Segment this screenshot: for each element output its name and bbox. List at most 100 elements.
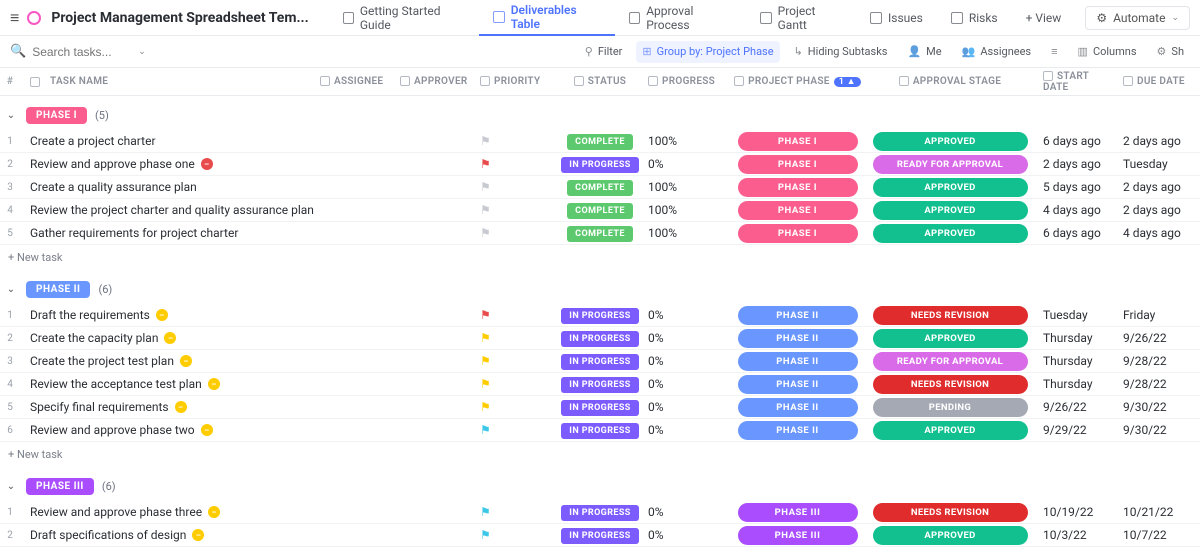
phase-cell[interactable]: PHASE I bbox=[730, 201, 865, 220]
table-row[interactable]: 2Create the capacity plan –⚑IN PROGRESS0… bbox=[0, 327, 1200, 350]
progress-cell[interactable]: 0% bbox=[640, 308, 730, 322]
status-cell[interactable]: IN PROGRESS bbox=[560, 422, 640, 439]
col-priority[interactable]: PRIORITY bbox=[480, 76, 560, 87]
phase-cell[interactable]: PHASE II bbox=[730, 329, 865, 348]
priority-cell[interactable]: ⚑ bbox=[480, 134, 560, 148]
tab-deliverables-table[interactable]: Deliverables Table bbox=[479, 0, 615, 36]
approval-cell[interactable]: NEEDS REVISION bbox=[865, 503, 1035, 522]
due-date-cell[interactable]: 10/7/22 bbox=[1115, 528, 1195, 542]
group-by-button[interactable]: ⊞Group by: Project Phase bbox=[636, 41, 779, 63]
new-task-button[interactable]: + New task bbox=[0, 442, 1200, 467]
approval-cell[interactable]: NEEDS REVISION bbox=[865, 306, 1035, 325]
phase-cell[interactable]: PHASE II bbox=[730, 306, 865, 325]
priority-cell[interactable]: ⚑ bbox=[480, 331, 560, 345]
priority-cell[interactable]: ⚑ bbox=[480, 528, 560, 542]
approval-cell[interactable]: APPROVED bbox=[865, 329, 1035, 348]
col-status[interactable]: STATUS bbox=[560, 76, 640, 87]
priority-cell[interactable]: ⚑ bbox=[480, 203, 560, 217]
automate-button[interactable]: ⚙ Automate ⌄ bbox=[1085, 6, 1190, 30]
approval-cell[interactable]: APPROVED bbox=[865, 132, 1035, 151]
due-date-cell[interactable]: 9/28/22 bbox=[1115, 354, 1195, 368]
table-row[interactable]: 5Gather requirements for project charter… bbox=[0, 222, 1200, 245]
start-date-cell[interactable]: 9/29/22 bbox=[1035, 423, 1115, 437]
start-date-cell[interactable]: 10/19/22 bbox=[1035, 505, 1115, 519]
phase-cell[interactable]: PHASE III bbox=[730, 503, 865, 522]
phase-cell[interactable]: PHASE I bbox=[730, 224, 865, 243]
show-button[interactable]: ⚙Sh bbox=[1151, 45, 1190, 58]
priority-cell[interactable]: ⚑ bbox=[480, 377, 560, 391]
task-name-cell[interactable]: Specify final requirements – bbox=[20, 400, 320, 414]
phase-cell[interactable]: PHASE II bbox=[730, 352, 865, 371]
task-name-cell[interactable]: Create the capacity plan – bbox=[20, 331, 320, 345]
search-chevron-icon[interactable]: ⌄ bbox=[138, 47, 146, 57]
task-name-cell[interactable]: Create the project test plan – bbox=[20, 354, 320, 368]
progress-cell[interactable]: 0% bbox=[640, 528, 730, 542]
table-row[interactable]: 3Create the project test plan –⚑IN PROGR… bbox=[0, 350, 1200, 373]
menu-icon[interactable]: ≡ bbox=[10, 8, 19, 28]
approval-cell[interactable]: APPROVED bbox=[865, 178, 1035, 197]
task-name-cell[interactable]: Review and approve phase one – bbox=[20, 157, 320, 171]
status-cell[interactable]: COMPLETE bbox=[560, 133, 640, 150]
col-approval-stage[interactable]: APPROVAL STAGE bbox=[865, 76, 1035, 87]
start-date-cell[interactable]: 9/26/22 bbox=[1035, 400, 1115, 414]
due-date-cell[interactable]: 2 days ago bbox=[1115, 134, 1195, 148]
add-view-button[interactable]: + View bbox=[1012, 0, 1076, 36]
table-row[interactable]: 3Create a quality assurance plan ⚑COMPLE… bbox=[0, 176, 1200, 199]
status-cell[interactable]: IN PROGRESS bbox=[560, 156, 640, 173]
col-task-name[interactable]: TASK NAME bbox=[20, 76, 320, 87]
priority-cell[interactable]: ⚑ bbox=[480, 354, 560, 368]
due-date-cell[interactable]: 2 days ago bbox=[1115, 203, 1195, 217]
me-button[interactable]: 👤Me bbox=[901, 45, 947, 58]
phase-badge[interactable]: PHASE I bbox=[26, 107, 87, 124]
table-row[interactable]: 5Specify final requirements –⚑IN PROGRES… bbox=[0, 396, 1200, 419]
task-name-cell[interactable]: Gather requirements for project charter bbox=[20, 226, 320, 240]
table-row[interactable]: 2Draft specifications of design –⚑IN PRO… bbox=[0, 524, 1200, 547]
due-date-cell[interactable]: 10/21/22 bbox=[1115, 505, 1195, 519]
start-date-cell[interactable]: Thursday bbox=[1035, 377, 1115, 391]
priority-cell[interactable]: ⚑ bbox=[480, 400, 560, 414]
task-name-cell[interactable]: Draft specifications of design – bbox=[20, 528, 320, 542]
assignees-button[interactable]: 👥Assignees bbox=[956, 45, 1038, 58]
phase-cell[interactable]: PHASE II bbox=[730, 421, 865, 440]
new-task-button[interactable]: + New task bbox=[0, 245, 1200, 270]
due-date-cell[interactable]: 9/26/22 bbox=[1115, 331, 1195, 345]
phase-cell[interactable]: PHASE II bbox=[730, 375, 865, 394]
phase-cell[interactable]: PHASE III bbox=[730, 526, 865, 545]
status-cell[interactable]: IN PROGRESS bbox=[560, 353, 640, 370]
task-name-cell[interactable]: Create a quality assurance plan bbox=[20, 180, 320, 194]
table-row[interactable]: 4Review the acceptance test plan –⚑IN PR… bbox=[0, 373, 1200, 396]
approval-cell[interactable]: APPROVED bbox=[865, 421, 1035, 440]
columns-button[interactable]: ▥Columns bbox=[1072, 45, 1143, 58]
table-row[interactable]: 1Draft the requirements –⚑IN PROGRESS0%P… bbox=[0, 304, 1200, 327]
start-date-cell[interactable]: Thursday bbox=[1035, 331, 1115, 345]
progress-cell[interactable]: 100% bbox=[640, 203, 730, 217]
status-cell[interactable]: COMPLETE bbox=[560, 202, 640, 219]
due-date-cell[interactable]: 4 days ago bbox=[1115, 226, 1195, 240]
approval-cell[interactable]: NEEDS REVISION bbox=[865, 375, 1035, 394]
status-cell[interactable]: IN PROGRESS bbox=[560, 399, 640, 416]
approval-cell[interactable]: PENDING bbox=[865, 398, 1035, 417]
progress-cell[interactable]: 0% bbox=[640, 331, 730, 345]
priority-cell[interactable]: ⚑ bbox=[480, 308, 560, 322]
density-button[interactable]: ≡ bbox=[1045, 45, 1063, 58]
progress-cell[interactable]: 0% bbox=[640, 400, 730, 414]
start-date-cell[interactable]: Tuesday bbox=[1035, 308, 1115, 322]
progress-cell[interactable]: 0% bbox=[640, 505, 730, 519]
subtasks-button[interactable]: ↳Hiding Subtasks bbox=[788, 45, 894, 58]
collapse-icon[interactable]: ⌄ bbox=[4, 110, 18, 121]
table-row[interactable]: 2Review and approve phase one –⚑IN PROGR… bbox=[0, 153, 1200, 176]
start-date-cell[interactable]: 6 days ago bbox=[1035, 226, 1115, 240]
status-cell[interactable]: IN PROGRESS bbox=[560, 330, 640, 347]
start-date-cell[interactable]: Thursday bbox=[1035, 354, 1115, 368]
col-assignee[interactable]: ASSIGNEE bbox=[320, 76, 400, 87]
progress-cell[interactable]: 100% bbox=[640, 180, 730, 194]
due-date-cell[interactable]: 9/30/22 bbox=[1115, 400, 1195, 414]
progress-cell[interactable]: 0% bbox=[640, 423, 730, 437]
collapse-icon[interactable]: ⌄ bbox=[4, 481, 18, 492]
priority-cell[interactable]: ⚑ bbox=[480, 157, 560, 171]
progress-cell[interactable]: 0% bbox=[640, 354, 730, 368]
progress-cell[interactable]: 0% bbox=[640, 377, 730, 391]
due-date-cell[interactable]: Friday bbox=[1115, 308, 1195, 322]
collapse-icon[interactable]: ⌄ bbox=[4, 284, 18, 295]
task-name-cell[interactable]: Review the project charter and quality a… bbox=[20, 203, 320, 217]
